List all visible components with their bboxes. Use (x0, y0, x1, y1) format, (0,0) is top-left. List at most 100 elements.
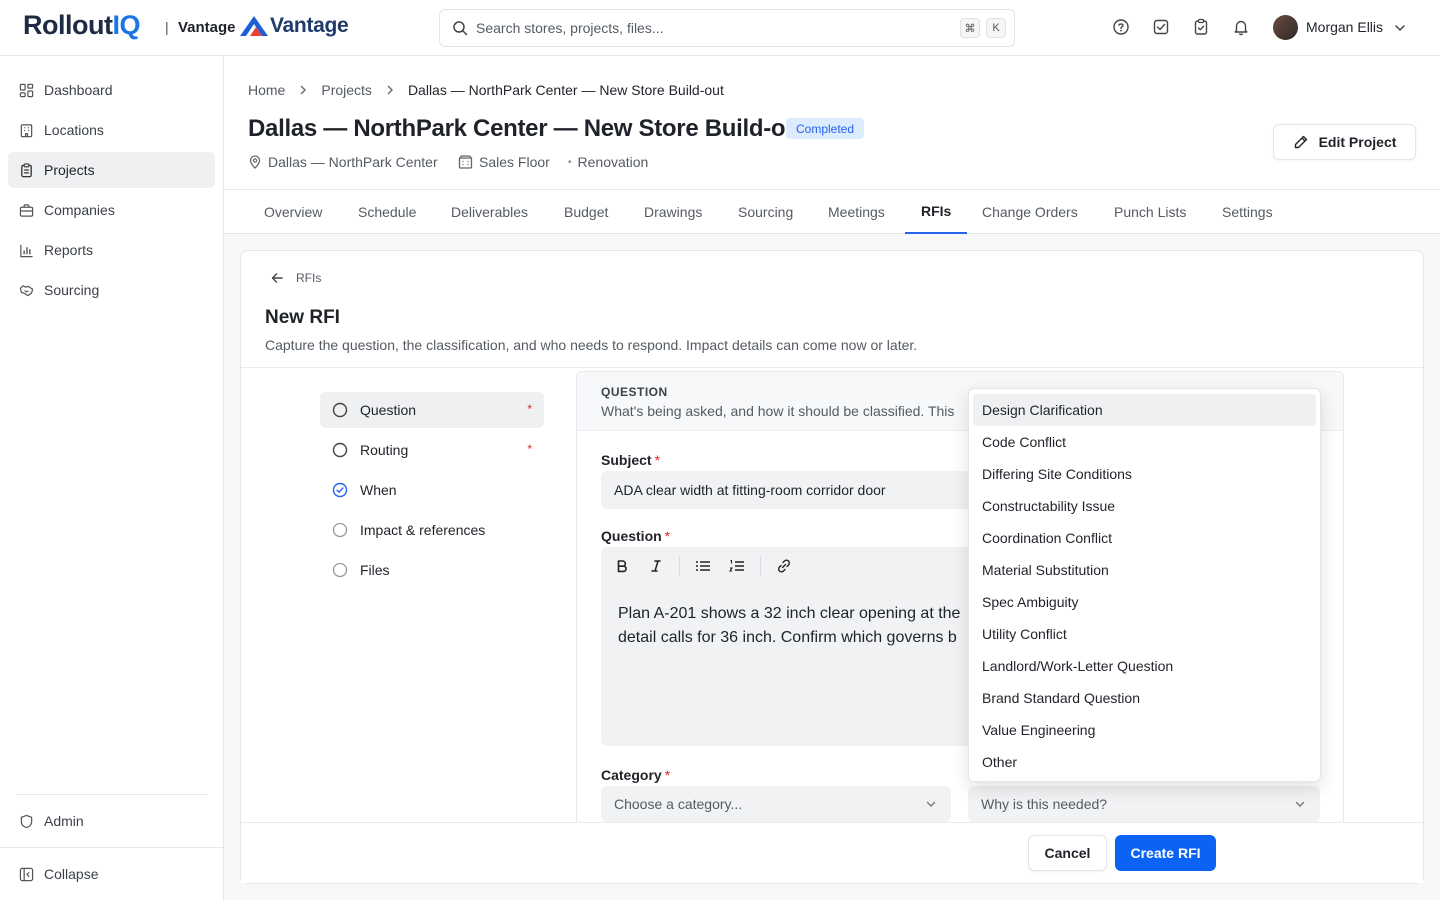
step-impact-references[interactable]: Impact & references (320, 512, 544, 548)
form-divider (241, 367, 1423, 368)
chevron-down-icon (926, 801, 936, 807)
dropdown-option[interactable]: Design Clarification (973, 394, 1316, 426)
tab-overview[interactable]: Overview (248, 190, 338, 234)
edit-project-button[interactable]: Edit Project (1273, 124, 1416, 160)
tab-settings[interactable]: Settings (1206, 190, 1289, 234)
sidebar-divider (0, 847, 223, 848)
sidebar-item-sourcing[interactable]: Sourcing (8, 272, 215, 308)
edit-project-label: Edit Project (1318, 134, 1397, 150)
tab-meetings[interactable]: Meetings (812, 190, 901, 234)
tab-drawings[interactable]: Drawings (628, 190, 718, 234)
project-area-text: Sales Floor (479, 154, 550, 170)
project-location-text: Dallas — NorthPark Center (268, 154, 438, 170)
logo-separator: | (165, 19, 169, 35)
form-subtitle: Capture the question, the classification… (265, 337, 918, 353)
sidebar-item-reports[interactable]: Reports (8, 232, 215, 268)
step-label: Impact & references (360, 522, 486, 538)
subject-input[interactable]: ADA clear width at fitting-room corridor… (601, 471, 1001, 509)
chevron-down-icon[interactable] (1393, 21, 1407, 35)
link-button[interactable] (767, 551, 801, 581)
circle-icon (332, 442, 348, 458)
step-label: When (360, 482, 397, 498)
reason-dropdown-menu: Design Clarification Code Conflict Diffe… (968, 388, 1321, 782)
app-logo[interactable]: RolloutIQ (23, 10, 140, 41)
tab-rfis[interactable]: RFIs (905, 190, 968, 234)
sidebar-item-dashboard[interactable]: Dashboard (8, 72, 215, 108)
dropdown-option[interactable]: Landlord/Work-Letter Question (973, 650, 1316, 682)
dropdown-option[interactable]: Value Engineering (973, 714, 1316, 746)
tab-budget[interactable]: Budget (548, 190, 624, 234)
cancel-button[interactable]: Cancel (1028, 835, 1107, 871)
step-routing[interactable]: Routing * (320, 432, 544, 468)
create-rfi-button[interactable]: Create RFI (1115, 835, 1216, 871)
bullet-dot-icon: • (568, 156, 572, 168)
sidebar-item-label: Reports (44, 242, 94, 258)
toolbar-separator (679, 556, 680, 576)
search-icon (453, 21, 468, 36)
section-description: What's being asked, and how it should be… (601, 403, 955, 419)
dropdown-option[interactable]: Spec Ambiguity (973, 586, 1316, 618)
breadcrumb: Home Projects Dallas — NorthPark Center … (248, 82, 724, 98)
dropdown-option[interactable]: Differing Site Conditions (973, 458, 1316, 490)
sidebar-item-companies[interactable]: Companies (8, 192, 215, 228)
rich-text-toolbar (601, 547, 1001, 585)
step-question[interactable]: Question * (320, 392, 544, 428)
top-bar: RolloutIQ | Vantage Vantage Search store… (0, 0, 1440, 56)
user-name[interactable]: Morgan Ellis (1306, 19, 1383, 35)
help-icon[interactable] (1112, 18, 1132, 38)
dropdown-option[interactable]: Brand Standard Question (973, 682, 1316, 714)
italic-icon (651, 560, 661, 572)
question-text-line: detail calls for 36 inch. Confirm which … (618, 629, 957, 646)
project-type-text: Renovation (577, 154, 649, 170)
avatar[interactable] (1273, 15, 1298, 40)
bullet-list-button[interactable] (686, 551, 720, 581)
bold-button[interactable] (605, 551, 639, 581)
tab-change-orders[interactable]: Change Orders (966, 190, 1094, 234)
dropdown-option[interactable]: Constructability Issue (973, 490, 1316, 522)
tab-sourcing[interactable]: Sourcing (722, 190, 809, 234)
breadcrumb-current: Dallas — NorthPark Center — New Store Bu… (407, 82, 724, 98)
bell-icon[interactable] (1232, 18, 1252, 38)
tenant-name: Vantage (178, 19, 236, 36)
brand-mountain-icon (240, 16, 268, 36)
dropdown-option[interactable]: Code Conflict (973, 426, 1316, 458)
sidebar-item-locations[interactable]: Locations (8, 112, 215, 148)
clipboard-check-icon[interactable] (1192, 18, 1212, 38)
sidebar-item-label: Sourcing (44, 282, 100, 298)
dropdown-option[interactable]: Utility Conflict (973, 618, 1316, 650)
numbered-list-button[interactable] (720, 551, 754, 581)
toolbar-separator (760, 556, 761, 576)
italic-button[interactable] (639, 551, 673, 581)
question-label: Question * (601, 528, 671, 544)
collapse-icon (19, 867, 34, 881)
question-text-line: Plan A-201 shows a 32 inch clear opening… (618, 605, 961, 622)
circle-icon (332, 402, 348, 418)
chevron-right-icon (297, 84, 309, 96)
briefcase-icon (19, 203, 34, 217)
collapse-sidebar-button[interactable]: Collapse (8, 856, 215, 892)
search-placeholder: Search stores, projects, files... (476, 20, 664, 36)
question-editor[interactable]: Plan A-201 shows a 32 inch clear opening… (601, 585, 1001, 746)
building-icon (20, 123, 33, 137)
sidebar-item-label: Locations (44, 122, 104, 138)
step-when[interactable]: When (320, 472, 544, 508)
sidebar-divider (16, 794, 208, 795)
breadcrumb-projects[interactable]: Projects (321, 82, 372, 98)
search-input[interactable]: Search stores, projects, files... ⌘ K (439, 9, 1015, 47)
back-to-rfis-link[interactable]: RFIs (270, 271, 321, 285)
category-select[interactable]: Choose a category... (601, 786, 951, 822)
step-files[interactable]: Files (320, 552, 544, 588)
reason-placeholder: Why is this needed? (981, 796, 1108, 812)
tab-schedule[interactable]: Schedule (342, 190, 432, 234)
breadcrumb-home[interactable]: Home (248, 82, 285, 98)
sidebar-item-projects[interactable]: Projects (8, 152, 215, 188)
dropdown-option[interactable]: Material Substitution (973, 554, 1316, 586)
tasks-icon[interactable] (1152, 18, 1172, 38)
sidebar-item-admin[interactable]: Admin (8, 803, 215, 839)
tab-deliverables[interactable]: Deliverables (435, 190, 544, 234)
dropdown-option[interactable]: Other (973, 746, 1316, 778)
circle-icon (332, 562, 348, 578)
dropdown-option[interactable]: Coordination Conflict (973, 522, 1316, 554)
tab-punch-lists[interactable]: Punch Lists (1098, 190, 1202, 234)
reason-select[interactable]: Why is this needed? (968, 786, 1320, 822)
